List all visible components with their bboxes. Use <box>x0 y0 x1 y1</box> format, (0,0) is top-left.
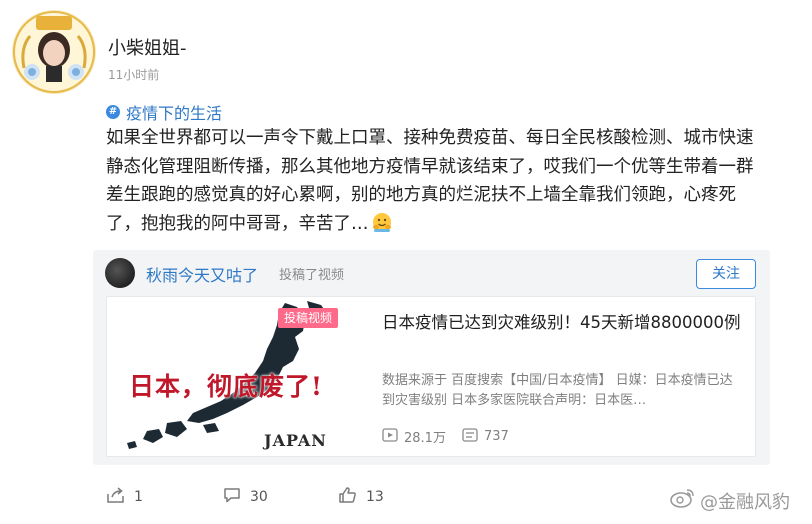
share-count: 1 <box>134 489 143 505</box>
action-bar: 1 30 13 <box>106 486 384 508</box>
video-title[interactable]: 日本疫情已达到灾难级别！45天新增8800000例 <box>382 311 742 335</box>
thumbs-up-icon <box>338 486 358 508</box>
video-description: 数据来源于 百度搜索【中国/日本疫情】 日媒：日本疫情已达到灾害级别 日本多家医… <box>382 373 733 408</box>
play-count-value: 28.1万 <box>404 431 446 446</box>
thumbnail-headline: 日本，彻底废了! <box>129 372 323 401</box>
danmaku-count: 737 <box>462 427 509 446</box>
post-body: 如果全世界都可以一声令下戴上口罩、接种免费疫苗、每日全民核酸检测、城市快速静态化… <box>106 128 754 234</box>
play-count: 28.1万 <box>382 427 446 446</box>
post-time[interactable]: 11小时前 <box>108 66 159 83</box>
thumbnail-caption: JAPAN <box>264 431 327 450</box>
share-icon <box>106 486 126 508</box>
repost-block: 秋雨今天又咕了 投稿了视频 关注 投稿视频 日本，彻底废了! JAPAN 日本疫… <box>93 250 770 465</box>
video-thumbnail[interactable]: 投稿视频 日本，彻底废了! JAPAN <box>107 297 361 456</box>
comment-icon <box>222 486 242 508</box>
weibo-logo-icon <box>670 487 696 514</box>
topic-link[interactable]: # 疫情下的生活 <box>106 100 222 124</box>
repost-avatar[interactable] <box>105 258 135 288</box>
danmaku-icon <box>462 427 478 446</box>
share-button[interactable]: 1 <box>106 486 222 508</box>
avatar[interactable] <box>10 8 98 96</box>
hug-emoji-icon <box>371 211 393 233</box>
repost-username[interactable]: 秋雨今天又咕了 <box>146 262 258 286</box>
topic-icon: # <box>106 105 120 119</box>
username[interactable]: 小柴姐姐- <box>108 34 187 60</box>
watermark: @金融风豹 <box>670 487 790 514</box>
post-text: 如果全世界都可以一声令下戴上口罩、接种免费疫苗、每日全民核酸检测、城市快速静态化… <box>106 124 766 238</box>
like-count: 13 <box>366 489 384 505</box>
watermark-text: @金融风豹 <box>700 491 790 513</box>
play-icon <box>382 427 398 446</box>
video-meta: 28.1万 737 <box>382 427 509 446</box>
like-button[interactable]: 13 <box>338 486 384 508</box>
comment-button[interactable]: 30 <box>222 486 338 508</box>
topic-label: 疫情下的生活 <box>126 104 223 123</box>
comment-count: 30 <box>250 489 268 505</box>
follow-button[interactable]: 关注 <box>696 259 756 289</box>
video-card[interactable]: 投稿视频 日本，彻底废了! JAPAN 日本疫情已达到灾难级别！45天新增880… <box>106 296 756 457</box>
repost-action: 投稿了视频 <box>279 268 345 283</box>
danmaku-count-value: 737 <box>483 429 509 444</box>
video-badge: 投稿视频 <box>278 308 339 328</box>
